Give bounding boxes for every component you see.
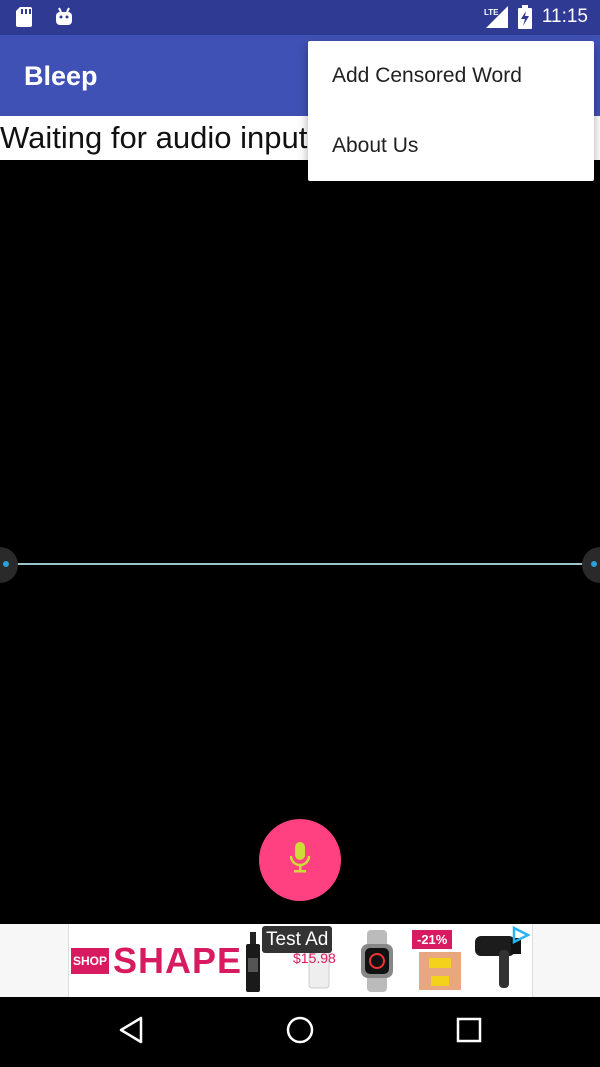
menu-item-about-us[interactable]: About Us	[308, 111, 594, 181]
ad-choices-icon[interactable]	[510, 925, 531, 948]
ad-content[interactable]: SHOP SHAPE Test Ad $15.98 -21%	[68, 924, 533, 997]
navigation-bar	[0, 997, 600, 1067]
battery-charging-icon	[517, 5, 532, 29]
waveform-visualizer	[0, 160, 600, 924]
status-bar: LTE 11:15	[0, 0, 600, 35]
ad-price: $15.98	[293, 950, 336, 966]
app-title: Bleep	[24, 61, 98, 91]
home-button[interactable]	[285, 1015, 315, 1049]
recents-button[interactable]	[454, 1017, 484, 1047]
back-icon	[117, 1016, 145, 1048]
waveform-line	[6, 563, 594, 565]
ad-banner[interactable]: SHOP SHAPE Test Ad $15.98 -21%	[0, 924, 600, 997]
ad-brand: SHAPE	[113, 940, 243, 981]
menu-item-add-censored-word[interactable]: Add Censored Word	[308, 41, 594, 111]
test-ad-label: Test Ad	[262, 926, 333, 953]
microphone-icon	[289, 842, 311, 878]
record-fab-button[interactable]	[259, 819, 341, 901]
ad-shop-label: SHOP	[71, 948, 109, 974]
serum-bottle-image	[243, 932, 263, 996]
home-icon	[285, 1015, 315, 1049]
overflow-menu: Add Censored Word About Us	[308, 41, 594, 181]
waveform-left-dot	[3, 561, 9, 567]
status-time: 11:15	[541, 6, 588, 27]
svg-text:LTE: LTE	[484, 8, 499, 17]
smartwatch-image	[359, 930, 395, 996]
audio-status-text: Waiting for audio input...	[0, 120, 334, 155]
sd-card-icon	[16, 7, 34, 27]
ad-discount-badge: -21%	[412, 930, 453, 949]
android-icon	[54, 7, 74, 27]
waveform-right-dot	[591, 561, 597, 567]
back-button[interactable]	[116, 1016, 146, 1048]
swimwear-image	[419, 952, 461, 994]
lte-signal-icon: LTE	[484, 6, 508, 28]
recents-icon	[456, 1017, 482, 1047]
